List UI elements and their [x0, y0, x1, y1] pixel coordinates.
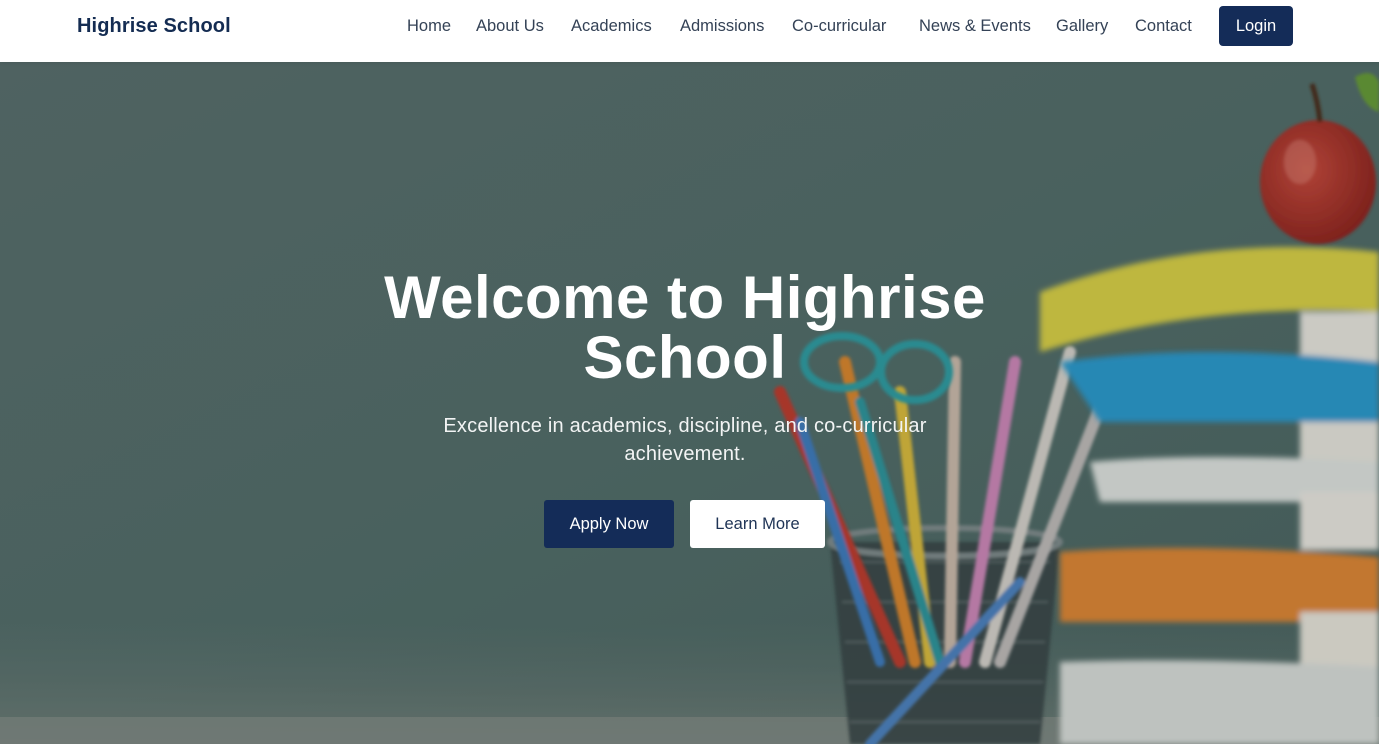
nav-item-home[interactable]: Home	[407, 15, 451, 37]
hero-subtitle-line-1: Excellence in academics, discipline, and…	[443, 415, 927, 437]
hero-overlay	[0, 62, 1379, 744]
hero-title: Welcome to Highrise School	[330, 268, 1040, 388]
nav-item-admissions[interactable]: Admissions	[680, 15, 764, 37]
top-navbar: Highrise School Home About Us Academics …	[0, 0, 1379, 62]
nav-item-contact[interactable]: Contact	[1135, 15, 1192, 37]
nav-item-news-events[interactable]: News & Events	[919, 15, 1031, 37]
nav-item-academics[interactable]: Academics	[571, 15, 652, 37]
hero-section: Welcome to Highrise School Excellence in…	[0, 62, 1379, 744]
hero-subtitle-line-2: achievement.	[624, 443, 746, 465]
hero-title-line-1: Welcome to Highrise	[384, 264, 986, 331]
nav-item-about-us[interactable]: About Us	[476, 15, 544, 37]
nav-item-co-curricular[interactable]: Co-curricular	[792, 15, 886, 37]
nav-item-gallery[interactable]: Gallery	[1056, 15, 1108, 37]
hero-title-line-2: School	[583, 324, 787, 391]
hero-subtitle: Excellence in academics, discipline, and…	[420, 412, 950, 468]
main-nav: Home About Us Academics Admissions Co-cu…	[0, 15, 1379, 37]
login-button[interactable]: Login	[1219, 6, 1293, 46]
learn-more-button[interactable]: Learn More	[690, 500, 825, 548]
apply-now-button[interactable]: Apply Now	[544, 500, 674, 548]
